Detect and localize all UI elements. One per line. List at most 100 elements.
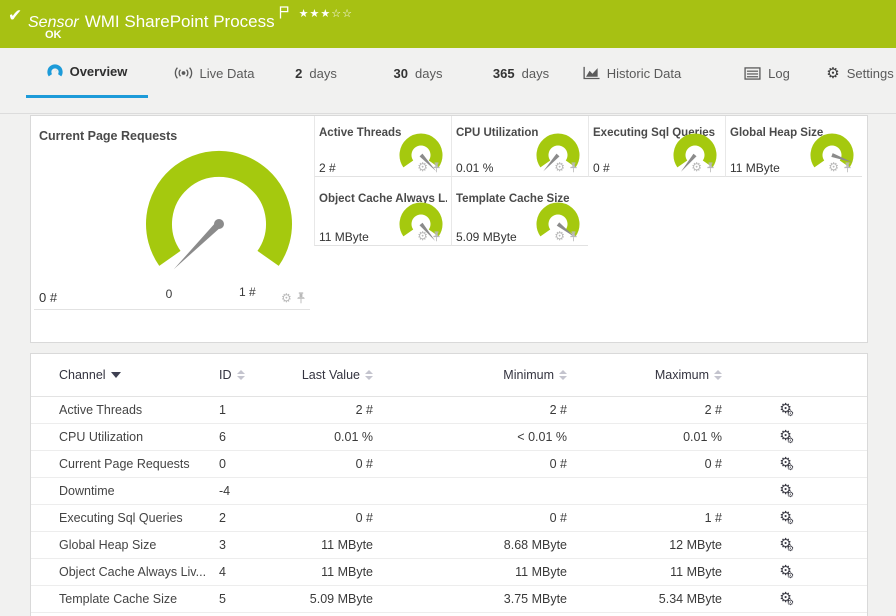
- column-label: Last Value: [301, 368, 360, 382]
- column-header-id[interactable]: ID: [219, 368, 301, 382]
- channel-minimum: 0 #: [549, 511, 567, 525]
- channel-name[interactable]: Global Heap Size: [59, 538, 219, 552]
- channel-minimum: 11 MByte: [515, 565, 567, 579]
- flag-icon[interactable]: [279, 6, 289, 19]
- channel-minimum: 0 #: [549, 457, 567, 471]
- gauge-title: Current Page Requests: [39, 129, 178, 143]
- channel-last-value: 11 MByte: [321, 565, 373, 579]
- column-header-channel[interactable]: Channel: [59, 368, 219, 382]
- channel-name[interactable]: Template Cache Size: [59, 592, 219, 606]
- sensor-header: ✔ Sensor WMI SharePoint Process ★★★☆☆ OK: [0, 0, 896, 48]
- sensor-title: WMI SharePoint Process: [84, 12, 275, 31]
- channel-name[interactable]: Current Page Requests: [59, 457, 219, 471]
- channel-maximum: 12 MByte: [669, 538, 722, 552]
- gauge-value: 11 MByte: [730, 161, 780, 175]
- channel-maximum: 0 #: [704, 457, 722, 471]
- gear-icon[interactable]: ⚙: [828, 161, 839, 173]
- table-row[interactable]: Downtime -4 ⚙ ⚙: [31, 478, 867, 505]
- channel-last-value: 2 #: [355, 403, 373, 417]
- status-ok-check-icon: ✔: [8, 6, 23, 25]
- pin-icon[interactable]: [569, 230, 578, 242]
- channel-maximum: 11 MByte: [670, 565, 722, 579]
- channel-last-value: 0 #: [355, 457, 373, 471]
- table-row[interactable]: Executing Sql Queries 2 0 # 0 # 1 # ⚙ ⚙: [31, 505, 867, 532]
- sort-icon: [559, 370, 567, 380]
- channel-name[interactable]: Downtime: [59, 484, 219, 498]
- table-row[interactable]: Template Cache Size 5 5.09 MByte 3.75 MB…: [31, 586, 867, 613]
- table-row[interactable]: Current Page Requests 0 0 # 0 # 0 # ⚙ ⚙: [31, 451, 867, 478]
- log-list-icon: [744, 66, 761, 80]
- channel-id: 1: [219, 403, 226, 417]
- tab-live-data[interactable]: Live Data: [168, 48, 260, 98]
- tab-2-days[interactable]: 2 days: [288, 48, 344, 98]
- pin-icon[interactable]: [706, 161, 715, 173]
- gauge-current-page-requests: [139, 144, 299, 304]
- tab-overview[interactable]: Overview: [26, 48, 148, 98]
- table-row[interactable]: CPU Utilization 6 0.01 % < 0.01 % 0.01 %…: [31, 424, 867, 451]
- channel-maximum: 1 #: [704, 511, 722, 525]
- channel-settings-icon[interactable]: ⚙ ⚙: [722, 509, 849, 527]
- gear-icon[interactable]: ⚙: [554, 161, 565, 173]
- pin-icon[interactable]: [432, 161, 441, 173]
- table-header-row: Channel ID Last Value Minimum Maximum: [31, 354, 867, 397]
- tab-365-days[interactable]: 365 days: [483, 48, 559, 98]
- column-header-minimum[interactable]: Minimum: [373, 368, 567, 382]
- gauge-value: 0.01 %: [456, 161, 494, 175]
- column-label: Minimum: [503, 368, 554, 382]
- channel-settings-icon[interactable]: ⚙ ⚙: [722, 590, 849, 608]
- area-chart-icon: [583, 66, 600, 80]
- gauge-needle: [173, 221, 222, 270]
- gauge-value: 5.09 MByte: [456, 230, 517, 244]
- pin-icon[interactable]: [569, 161, 578, 173]
- pin-icon[interactable]: [843, 161, 852, 173]
- channel-name[interactable]: Object Cache Always Liv...: [59, 565, 219, 579]
- gear-icon[interactable]: ⚙: [554, 230, 565, 242]
- channel-name[interactable]: Active Threads: [59, 403, 219, 417]
- gear-icon[interactable]: ⚙: [417, 230, 428, 242]
- channel-id: 0: [219, 457, 226, 471]
- gauge-cell-global-heap-size: Global Heap Size 11 MByte ⚙: [725, 116, 862, 177]
- gear-icon[interactable]: ⚙: [281, 292, 292, 304]
- gauge-value: 0 #: [593, 161, 610, 175]
- settings-gear-icon: ⚙: [826, 64, 840, 82]
- stars-empty: ☆☆: [331, 8, 353, 20]
- channel-settings-icon[interactable]: ⚙ ⚙: [722, 482, 849, 500]
- channel-id: 3: [219, 538, 226, 552]
- pin-icon[interactable]: [296, 292, 306, 304]
- sort-icon: [236, 370, 245, 380]
- gauge-title: CPU Utilization: [456, 127, 539, 139]
- gauge-cell-active-threads: Active Threads 2 # ⚙: [314, 116, 451, 177]
- column-header-maximum[interactable]: Maximum: [567, 368, 722, 382]
- channel-settings-icon[interactable]: ⚙ ⚙: [722, 401, 849, 419]
- channel-settings-icon[interactable]: ⚙ ⚙: [722, 536, 849, 554]
- channel-maximum: 0.01 %: [683, 430, 722, 444]
- gear-icon[interactable]: ⚙: [691, 161, 702, 173]
- cell-divider: [34, 309, 310, 310]
- channel-name[interactable]: CPU Utilization: [59, 430, 219, 444]
- column-label: Channel: [59, 368, 106, 382]
- gauge-cell-template-cache-size: Template Cache Size 5.09 MByte ⚙: [451, 177, 588, 246]
- channel-id: 6: [219, 430, 226, 444]
- pin-icon[interactable]: [432, 230, 441, 242]
- gauge-cell-object-cache-always-live: Object Cache Always L... 11 MByte ⚙: [314, 177, 451, 246]
- tab-30-days[interactable]: 30 days: [385, 48, 451, 98]
- column-header-last-value[interactable]: Last Value: [301, 368, 373, 382]
- table-row[interactable]: Object Cache Always Liv... 4 11 MByte 11…: [31, 559, 867, 586]
- gear-icon[interactable]: ⚙: [417, 161, 428, 173]
- tab-settings[interactable]: ⚙ Settings: [824, 48, 896, 98]
- gauge-value: 11 MByte: [319, 230, 369, 244]
- table-row[interactable]: Global Heap Size 3 11 MByte 8.68 MByte 1…: [31, 532, 867, 559]
- tab-historic-data[interactable]: Historic Data: [578, 48, 686, 98]
- channel-last-value: 0 #: [355, 511, 373, 525]
- channel-settings-icon[interactable]: ⚙ ⚙: [722, 455, 849, 473]
- channel-name[interactable]: Executing Sql Queries: [59, 511, 219, 525]
- table-row[interactable]: Active Threads 1 2 # 2 # 2 # ⚙ ⚙: [31, 397, 867, 424]
- gauge-scale-min: 0: [165, 287, 173, 301]
- channel-settings-icon[interactable]: ⚙ ⚙: [722, 428, 849, 446]
- priority-stars[interactable]: ★★★☆☆: [299, 7, 353, 20]
- channel-settings-icon[interactable]: ⚙ ⚙: [722, 563, 849, 581]
- channel-id: 5: [219, 592, 226, 606]
- channel-minimum: 2 #: [549, 403, 567, 417]
- tab-log[interactable]: Log: [734, 48, 800, 98]
- tab-label: days: [415, 65, 443, 81]
